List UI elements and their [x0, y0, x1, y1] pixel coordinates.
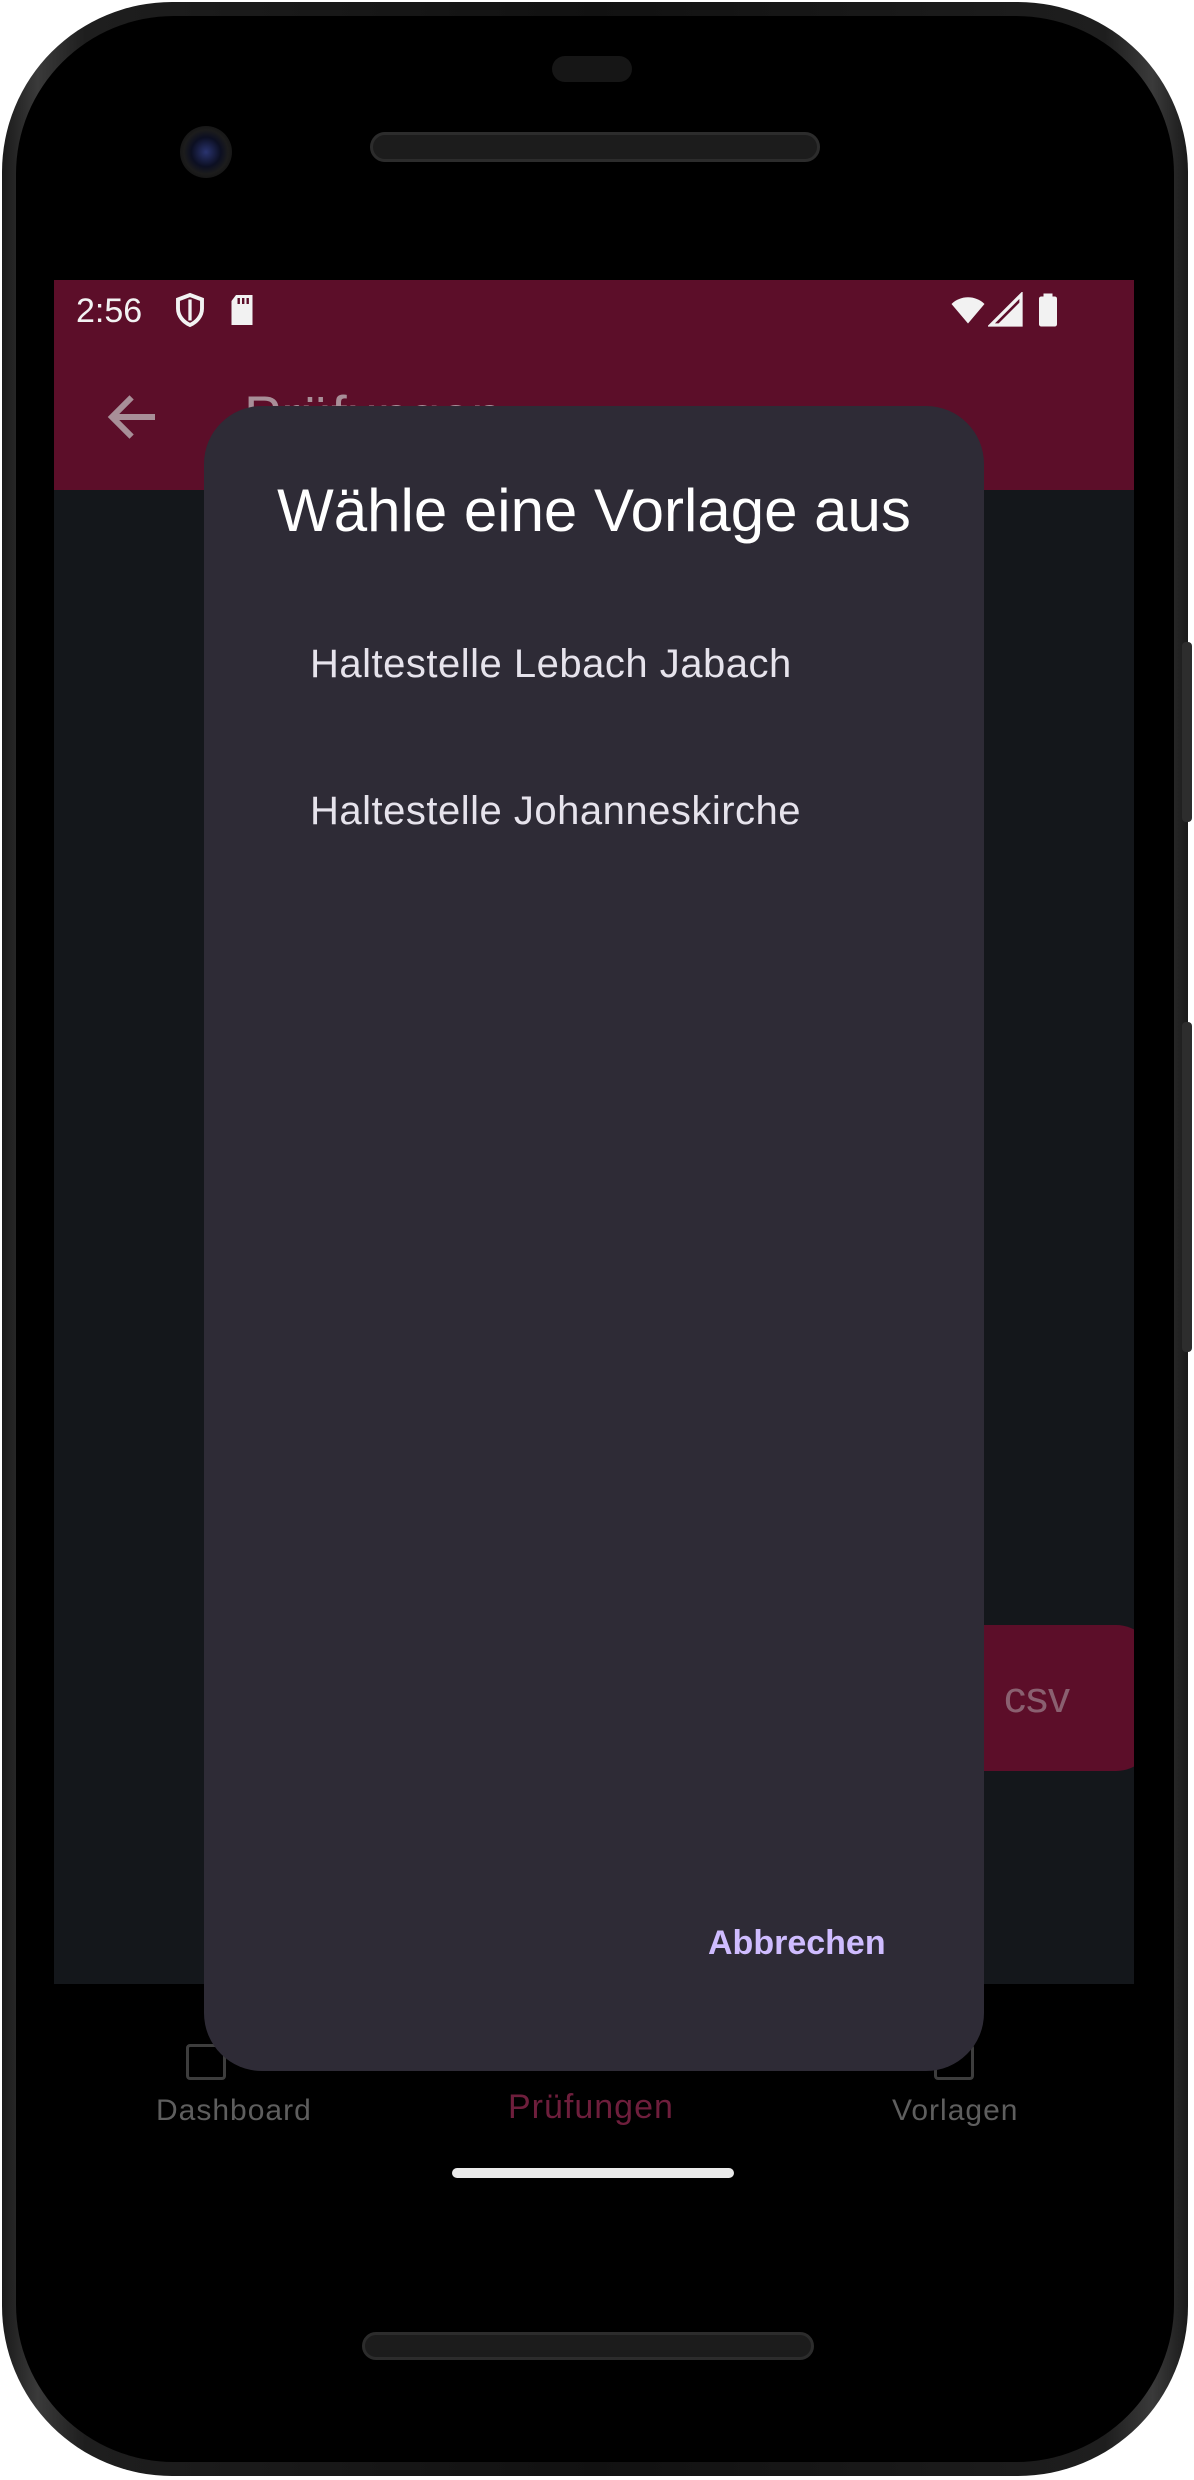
front-camera	[180, 126, 232, 178]
wifi-icon	[951, 297, 985, 324]
dialog-title: Wähle eine Vorlage aus	[277, 477, 911, 544]
front-sensor	[552, 56, 632, 82]
cancel-button[interactable]: Abbrechen	[708, 1924, 886, 1963]
shield-icon	[176, 292, 204, 328]
nav-item-pruefungen[interactable]: Prüfungen	[508, 2088, 674, 2127]
cellular-signal-icon	[988, 292, 1023, 327]
arrow-left-icon[interactable]	[102, 387, 162, 447]
screen: 2:56 csv Dashboard Prüfungen Vorlagen Wä…	[54, 280, 1134, 2200]
template-selection-dialog: Wähle eine Vorlage aus Haltestelle Lebac…	[204, 406, 984, 2071]
csv-button-label: csv	[1004, 1673, 1070, 1722]
status-bar: 2:56	[54, 280, 1134, 343]
nav-item-vorlagen[interactable]: Vorlagen	[892, 2094, 1018, 2128]
phone-frame: 2:56 csv Dashboard Prüfungen Vorlagen Wä…	[2, 2, 1192, 2476]
sd-card-icon	[231, 295, 253, 325]
earpiece-speaker	[370, 132, 820, 162]
template-option-lebach-jabach[interactable]: Haltestelle Lebach Jabach	[310, 642, 792, 687]
status-time: 2:56	[76, 292, 143, 330]
nav-item-dashboard[interactable]: Dashboard	[156, 2094, 312, 2128]
power-button	[1182, 642, 1192, 822]
template-option-johanneskirche[interactable]: Haltestelle Johanneskirche	[310, 789, 801, 834]
home-indicator[interactable]	[452, 2168, 734, 2178]
volume-button	[1182, 1022, 1192, 1352]
bottom-speaker	[362, 2332, 814, 2360]
battery-icon	[1039, 293, 1057, 327]
